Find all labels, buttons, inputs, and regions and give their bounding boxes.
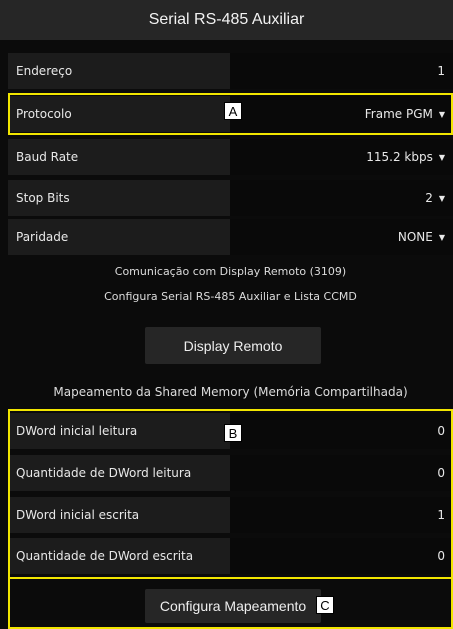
info-line-2: Configura Serial RS-485 Auxiliar e Lista… — [104, 290, 357, 303]
parity-label: Paridade — [8, 219, 230, 255]
write-start-row: DWord inicial escrita 1 — [8, 497, 453, 533]
chevron-down-icon: ▼ — [438, 109, 445, 119]
read-start-field[interactable]: 0 — [230, 413, 453, 449]
write-count-field[interactable]: 0 — [230, 538, 453, 574]
baud-rate-value: 115.2 kbps — [366, 150, 433, 164]
stop-bits-row: Stop Bits 2 ▼ — [8, 180, 453, 216]
write-count-label: Quantidade de DWord escrita — [8, 538, 230, 574]
stop-bits-label: Stop Bits — [8, 180, 230, 216]
chevron-down-icon: ▼ — [438, 193, 445, 203]
parity-row: Paridade NONE ▼ — [8, 219, 453, 255]
baud-rate-row: Baud Rate 115.2 kbps ▼ — [8, 139, 453, 175]
chevron-down-icon: ▼ — [438, 232, 445, 242]
address-value: 1 — [437, 64, 445, 78]
write-start-value: 1 — [437, 508, 445, 522]
annotation-label-b: B — [224, 424, 242, 442]
address-row: Endereço 1 — [8, 53, 453, 89]
protocol-select[interactable]: Frame PGM ▼ — [230, 96, 453, 132]
read-start-label: DWord inicial leitura — [8, 413, 230, 449]
info-line-1: Comunicação com Display Remoto (3109) — [114, 265, 347, 278]
configure-mapping-button[interactable]: Configura Mapeamento — [145, 589, 321, 623]
read-count-label: Quantidade de DWord leitura — [8, 455, 230, 491]
read-count-row: Quantidade de DWord leitura 0 — [8, 455, 453, 491]
read-start-value: 0 — [437, 424, 445, 438]
annotation-label-a: A — [224, 102, 242, 120]
write-count-value: 0 — [437, 549, 445, 563]
write-start-field[interactable]: 1 — [230, 497, 453, 533]
baud-rate-select[interactable]: 115.2 kbps ▼ — [230, 139, 453, 175]
read-count-value: 0 — [437, 466, 445, 480]
write-count-row: Quantidade de DWord escrita 0 — [8, 538, 453, 574]
chevron-down-icon: ▼ — [438, 152, 445, 162]
read-count-field[interactable]: 0 — [230, 455, 453, 491]
address-field[interactable]: 1 — [230, 53, 453, 89]
baud-rate-label: Baud Rate — [8, 139, 230, 175]
parity-value: NONE — [397, 230, 433, 244]
stop-bits-value: 2 — [425, 191, 433, 205]
mapping-section-title: Mapeamento da Shared Memory (Memória Com… — [53, 385, 408, 399]
address-label: Endereço — [8, 53, 230, 89]
parity-select[interactable]: NONE ▼ — [230, 219, 453, 255]
stop-bits-select[interactable]: 2 ▼ — [230, 180, 453, 216]
window-title: Serial RS-485 Auxiliar — [0, 0, 453, 40]
protocol-label: Protocolo — [8, 96, 230, 132]
annotation-label-c: C — [316, 596, 334, 614]
protocol-value: Frame PGM — [364, 107, 433, 121]
write-start-label: DWord inicial escrita — [8, 497, 230, 533]
display-remote-button[interactable]: Display Remoto — [145, 327, 321, 364]
